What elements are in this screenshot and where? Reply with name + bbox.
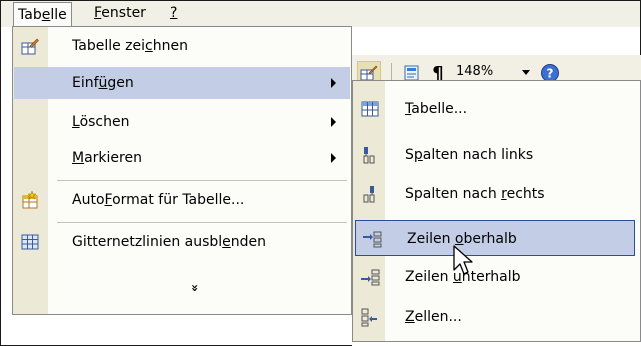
mouse-cursor-icon [453,245,473,275]
submenu-arrow-icon [331,153,336,163]
submenu-item-label: Tabelle... [405,101,468,117]
menu-item-markieren[interactable]: Markieren [14,142,350,174]
chevron-down-icon[interactable] [519,65,533,79]
zoom-select[interactable]: 148% [456,64,493,79]
submenu-item-zeilen-oberhalb[interactable]: Zeilen oberhalb [355,220,635,256]
menu-item-label: Gitternetzlinien ausblenden [72,234,267,250]
menu-item-label: Markieren [72,150,142,166]
menu-bar: Tabelle Fenster ? [1,1,640,27]
submenu-item-spalten-rechts[interactable]: Spalten nach rechts [354,176,638,212]
menubar-item-help[interactable]: ? [166,1,181,25]
tabelle-menu: Tabelle zeichnen Einfügen Löschen Markie… [12,26,352,315]
einfuegen-submenu: Tabelle... Spalten nach links Spalten na… [352,80,641,342]
menu-item-loeschen[interactable]: Löschen [14,106,350,138]
submenu-arrow-icon [331,78,336,88]
menu-item-label: Tabelle zeichnen [72,38,188,54]
insert-rows-above-icon [363,231,382,248]
submenu-item-label: Zellen... [405,309,462,325]
menubar-item-fenster[interactable]: Fenster [90,1,150,25]
submenu-item-label: Spalten nach rechts [405,186,545,202]
menubar-item-tabelle[interactable]: Tabelle [13,2,72,27]
menu-item-label: Löschen [72,114,130,130]
autoformat-icon [22,190,38,209]
gridlines-icon [21,234,39,250]
submenu-item-spalten-links[interactable]: Spalten nach links [354,137,638,173]
submenu-arrow-icon [331,117,336,127]
menu-item-einfuegen[interactable]: Einfügen [14,67,350,99]
svg-text:?: ? [547,67,554,81]
menu-item-gitternetzlinien[interactable]: Gitternetzlinien ausblenden [14,226,350,258]
submenu-item-label: Spalten nach links [405,147,534,163]
expand-menu-chevron-icon[interactable]: » [188,281,202,295]
menu-separator [57,180,347,181]
submenu-item-tabelle[interactable]: Tabelle... [354,91,638,127]
menu-item-label: AutoFormat für Tabelle... [72,192,245,208]
table-icon [361,101,379,117]
submenu-item-zellen[interactable]: Zellen... [354,299,638,335]
insert-cells-icon [361,308,377,327]
menu-item-label: Einfügen [72,75,134,91]
insert-columns-right-icon [363,186,375,203]
submenu-item-zeilen-unterhalb[interactable]: Zeilen unterhalb [354,259,638,295]
zoom-value: 148% [456,64,494,79]
insert-columns-left-icon [363,147,375,164]
menu-separator [57,222,347,223]
pencil-table-icon [21,38,39,55]
menu-item-tabelle-zeichnen[interactable]: Tabelle zeichnen [14,30,350,62]
insert-rows-below-icon [361,269,380,286]
menu-item-autoformat[interactable]: AutoFormat für Tabelle... [14,184,350,216]
